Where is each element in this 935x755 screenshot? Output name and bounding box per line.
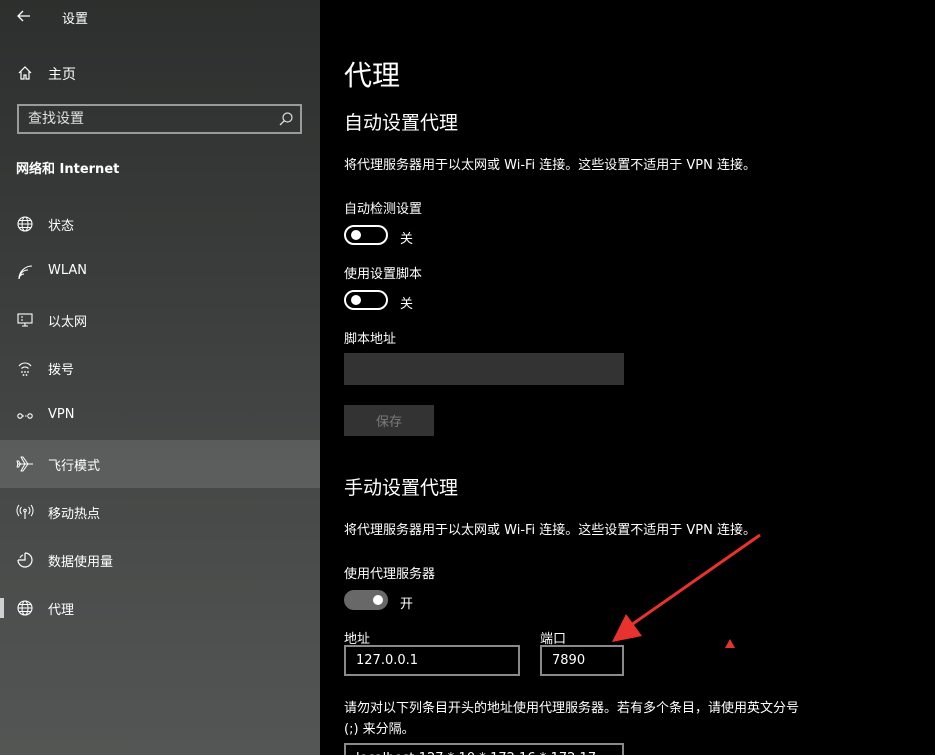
- search-input[interactable]: [19, 106, 269, 132]
- use-proxy-label: 使用代理服务器: [344, 567, 436, 582]
- sidebar-item-label: 拨号: [48, 363, 75, 378]
- save-button[interactable]: 保存: [344, 405, 434, 436]
- home-icon: [18, 66, 32, 80]
- use-proxy-toggle[interactable]: [344, 590, 388, 610]
- use-script-state: 关: [400, 297, 414, 312]
- sidebar-item-proxy[interactable]: 代理: [0, 584, 320, 632]
- back-arrow-icon: [17, 10, 30, 22]
- script-address-label: 脚本地址: [344, 332, 397, 347]
- globe-proxy-icon: [17, 600, 33, 616]
- sidebar-item-label: 代理: [48, 603, 75, 618]
- sidebar-item-home[interactable]: 主页: [0, 56, 320, 90]
- sidebar-item-label: 移动热点: [48, 507, 101, 522]
- sidebar-item-airplane[interactable]: 飞行模式: [0, 440, 320, 488]
- sidebar-item-label: WLAN: [48, 263, 88, 278]
- sidebar-item-data-usage[interactable]: 数据使用量: [0, 536, 320, 584]
- sidebar-item-status[interactable]: 状态: [0, 200, 320, 248]
- address-input[interactable]: [344, 645, 520, 676]
- globe-status-icon: [17, 216, 33, 232]
- sidebar-item-ethernet[interactable]: 以太网: [0, 296, 320, 344]
- hotspot-icon: [16, 504, 34, 519]
- sidebar-item-vpn[interactable]: VPN: [0, 392, 320, 440]
- selected-indicator: [0, 598, 4, 618]
- auto-proxy-description: 将代理服务器用于以太网或 Wi-Fi 连接。这些设置不适用于 VPN 连接。: [344, 158, 757, 173]
- dialup-icon: [18, 362, 32, 376]
- sidebar-item-dialup[interactable]: 拨号: [0, 344, 320, 392]
- sidebar-item-hotspot[interactable]: 移动热点: [0, 488, 320, 536]
- toggle-knob: [373, 595, 383, 605]
- auto-proxy-heading: 自动设置代理: [344, 112, 459, 134]
- data-usage-icon: [17, 552, 33, 568]
- search-box[interactable]: [17, 104, 302, 134]
- vpn-icon: [17, 413, 33, 419]
- section-title: 网络和 Internet: [16, 162, 120, 177]
- airplane-icon: [16, 456, 33, 472]
- auto-detect-label: 自动检测设置: [344, 202, 423, 217]
- window-title: 设置: [62, 12, 89, 27]
- ethernet-icon: [17, 313, 33, 327]
- use-proxy-state: 开: [400, 597, 414, 612]
- sidebar: 设置 主页 网络和 Internet 状态 WLAN: [0, 0, 320, 755]
- toggle-knob: [351, 230, 361, 240]
- search-icon[interactable]: [278, 111, 294, 127]
- page-title: 代理: [344, 59, 401, 92]
- manual-proxy-heading: 手动设置代理: [344, 477, 459, 499]
- auto-detect-state: 关: [400, 232, 414, 247]
- title-bar: 设置: [0, 0, 320, 34]
- use-script-label: 使用设置脚本: [344, 267, 423, 282]
- sidebar-item-label: 以太网: [48, 315, 88, 330]
- wifi-icon: [18, 265, 33, 280]
- sidebar-item-label: VPN: [48, 407, 75, 422]
- toggle-knob: [351, 295, 361, 305]
- manual-proxy-description: 将代理服务器用于以太网或 Wi-Fi 连接。这些设置不适用于 VPN 连接。: [344, 523, 757, 538]
- main-content: 代理 自动设置代理 将代理服务器用于以太网或 Wi-Fi 连接。这些设置不适用于…: [320, 0, 935, 755]
- script-address-input[interactable]: [344, 353, 624, 385]
- sidebar-item-label: 数据使用量: [48, 555, 114, 570]
- sidebar-item-label: 主页: [48, 67, 76, 83]
- back-button[interactable]: [10, 4, 38, 28]
- exceptions-input[interactable]: [344, 743, 624, 755]
- sidebar-item-label: 飞行模式: [48, 459, 101, 474]
- sidebar-item-wlan[interactable]: WLAN: [0, 248, 320, 296]
- use-script-toggle[interactable]: [344, 290, 388, 310]
- sidebar-item-label: 状态: [48, 219, 75, 234]
- port-input[interactable]: [540, 645, 624, 676]
- auto-detect-toggle[interactable]: [344, 225, 388, 245]
- exceptions-description: 请勿对以下列条目开头的地址使用代理服务器。若有多个条目，请使用英文分号 (;) …: [344, 701, 800, 737]
